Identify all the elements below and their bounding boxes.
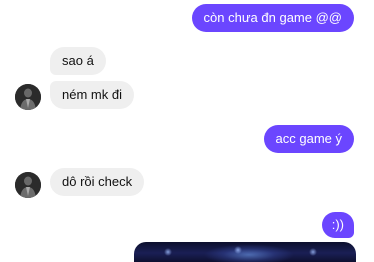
chat-thread: còn chưa đn game @@ sao á ném mk đi acc … — [0, 0, 374, 262]
image-light — [309, 248, 317, 256]
outgoing-message-bubble[interactable]: acc game ý — [263, 125, 354, 153]
message-text: còn chưa đn game @@ — [203, 10, 342, 25]
image-light — [164, 248, 172, 256]
incoming-message-bubble[interactable]: sao á — [50, 47, 106, 75]
outgoing-message-bubble[interactable]: còn chưa đn game @@ — [191, 4, 354, 32]
contact-avatar[interactable] — [15, 172, 41, 198]
outgoing-message-bubble[interactable]: :)) — [321, 212, 354, 238]
person-silhouette-icon — [15, 84, 41, 110]
shared-image-attachment[interactable] — [134, 242, 356, 262]
image-glow — [204, 244, 294, 262]
incoming-message-bubble[interactable]: ném mk đi — [50, 81, 134, 109]
image-light — [234, 246, 242, 254]
incoming-message-bubble[interactable]: dô rồi check — [50, 168, 145, 196]
message-text: ném mk đi — [62, 87, 122, 102]
message-text: acc game ý — [275, 131, 342, 146]
person-silhouette-icon — [15, 172, 41, 198]
contact-avatar[interactable] — [15, 84, 41, 110]
message-text: :)) — [331, 217, 344, 232]
message-text: sao á — [62, 53, 94, 68]
message-text: dô rồi check — [62, 174, 133, 189]
